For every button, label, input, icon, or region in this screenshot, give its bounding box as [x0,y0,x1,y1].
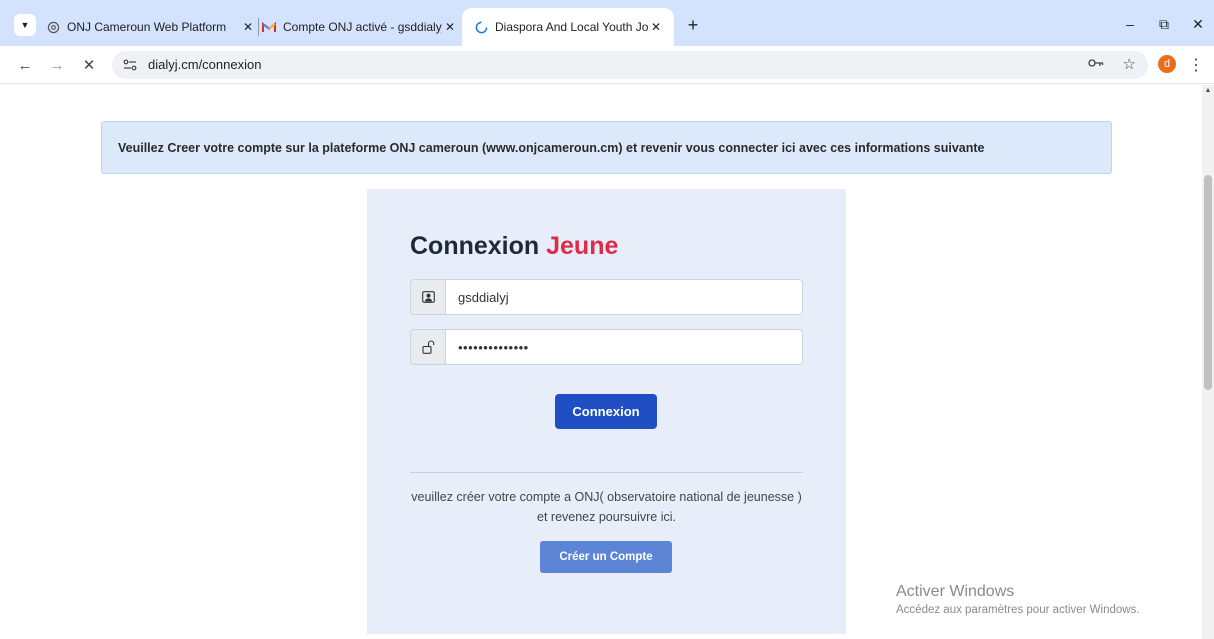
tab-diaspora-active[interactable]: Diaspora And Local Youth Joint ✕ [462,8,674,46]
more-vertical-icon: ⋮ [1188,57,1204,74]
tab-gmail[interactable]: Compte ONJ activé - gsddialyj@ ✕ [262,13,458,41]
username-group [410,279,803,315]
restore-button[interactable]: ⧉ [1152,13,1176,35]
new-tab-button[interactable]: + [682,14,704,36]
password-group [410,329,803,365]
info-alert: Veuillez Creer votre compte sur la plate… [101,121,1112,174]
page-viewport: Veuillez Creer votre compte sur la plate… [0,85,1202,639]
page-title: Connexion Jeune [410,232,618,261]
bookmark-star-icon[interactable]: ☆ [1123,55,1136,73]
title-accent: Jeune [546,232,619,260]
address-bar[interactable]: dialyj.cm/connexion ☆ [112,51,1148,79]
url-text: dialyj.cm/connexion [148,57,262,72]
loading-spinner-icon [474,20,488,34]
tab-separator [258,18,259,36]
chevron-down-icon: ▼ [20,20,30,30]
tab-title: Diaspora And Local Youth Joint [495,20,648,34]
gmail-icon [262,20,276,34]
user-badge-icon [410,279,445,315]
tab-close-icon[interactable]: ✕ [240,20,256,34]
watermark-subtitle: Accédez aux paramètres pour activer Wind… [896,604,1140,616]
tab-onj-cameroun[interactable]: ONJ Cameroun Web Platform ✕ [46,13,256,41]
site-settings-icon[interactable] [122,57,138,73]
browser-toolbar: ← → ✕ dialyj.cm/connexion ☆ d ⋮ [0,46,1214,84]
vertical-scrollbar[interactable]: ▲ [1202,85,1214,639]
username-input[interactable] [445,279,803,315]
password-input[interactable] [445,329,803,365]
arrow-right-icon: → [49,56,65,74]
login-card: Connexion Jeune Connexion veuillez créer… [367,189,846,634]
divider [410,472,803,473]
close-icon: ✕ [82,57,96,74]
tab-close-icon[interactable]: ✕ [442,20,458,34]
globe-icon [46,20,60,34]
arrow-left-icon: ← [17,56,33,74]
alert-text: Veuillez Creer votre compte sur la plate… [118,140,985,155]
profile-avatar[interactable]: d [1158,55,1176,73]
tab-title: ONJ Cameroun Web Platform [67,20,227,34]
watermark-title: Activer Windows [896,583,1015,600]
back-button[interactable]: ← [14,54,36,76]
scroll-up-arrow-icon[interactable]: ▲ [1202,87,1214,97]
browser-tab-strip: ▼ ONJ Cameroun Web Platform ✕ Compte ONJ… [0,0,1214,46]
windows-activation-watermark: Activer Windows Accédez aux paramètres p… [896,583,1140,616]
stop-loading-button[interactable]: ✕ [78,54,100,76]
scrollbar-thumb[interactable] [1204,175,1212,390]
tab-title: Compte ONJ activé - gsddialyj@ [283,20,442,34]
close-window-button[interactable]: ✕ [1186,13,1210,35]
create-account-button[interactable]: Créer un Compte [540,541,672,573]
tab-search-button[interactable]: ▼ [14,14,36,36]
minimize-button[interactable]: – [1118,13,1142,35]
key-icon[interactable] [1088,56,1104,71]
tab-close-icon[interactable]: ✕ [648,20,664,34]
forward-button[interactable]: → [46,54,68,76]
create-account-info-text: veuillez créer votre compte a ONJ( obser… [411,490,802,524]
unlock-icon [410,329,445,365]
login-button[interactable]: Connexion [555,394,657,429]
title-main: Connexion [410,232,540,260]
browser-menu-button[interactable]: ⋮ [1188,54,1204,76]
